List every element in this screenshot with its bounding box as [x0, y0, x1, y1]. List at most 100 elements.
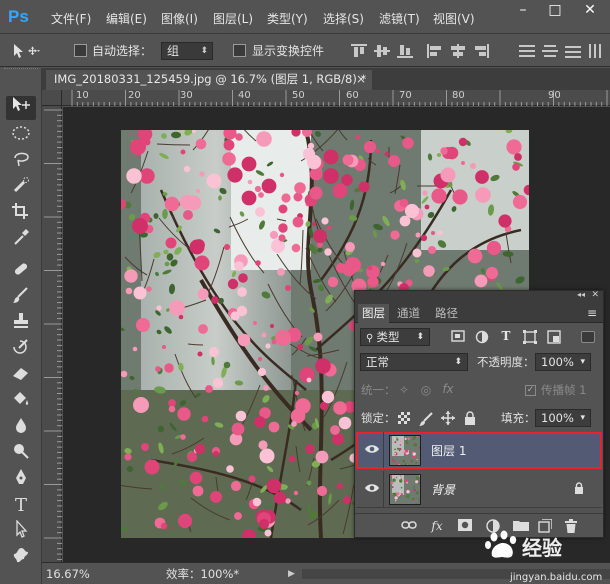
menu-image[interactable]: 图像(I)	[161, 10, 198, 27]
lock-all-icon[interactable]	[463, 411, 477, 425]
marquee-tool-icon[interactable]	[6, 124, 36, 148]
close-panel-icon[interactable]: ✕	[591, 290, 599, 300]
collapse-panel-icon[interactable]: ◂◂	[577, 290, 585, 299]
show-transform-checkbox[interactable]	[233, 44, 246, 57]
auto-select-combo[interactable]: 组 ⬍	[161, 42, 213, 60]
path-selection-tool-icon[interactable]	[6, 519, 36, 544]
document-tab-bar: IMG_20180331_125459.jpg @ 16.7% (图层 1, R…	[42, 68, 610, 90]
type-tool-icon[interactable]: T	[6, 494, 36, 518]
paint-bucket-tool-icon[interactable]	[6, 390, 36, 414]
fill-field[interactable]: 100% ▾	[535, 409, 591, 427]
link-layers-icon[interactable]	[401, 519, 417, 533]
close-document-icon[interactable]: ×	[356, 70, 366, 89]
zoom-level[interactable]: 16.67%	[46, 566, 90, 582]
unify-position-icon[interactable]: ✧	[397, 383, 411, 397]
unify-visibility-icon[interactable]: ◎	[419, 383, 433, 397]
horizontal-ruler[interactable]: 10 20 30 40 50 60 70 80 90	[62, 90, 610, 106]
horizontal-scrollbar[interactable]	[302, 569, 610, 579]
menu-file[interactable]: 文件(F)	[51, 10, 91, 27]
align-bottom-icon[interactable]	[397, 44, 413, 58]
delete-layer-icon[interactable]	[563, 519, 579, 533]
add-mask-icon[interactable]	[457, 519, 473, 533]
layer-row-background[interactable]: 背景	[356, 471, 602, 508]
visibility-cell[interactable]	[356, 471, 384, 507]
pen-tool-icon[interactable]	[6, 468, 36, 492]
align-right-icon[interactable]	[473, 44, 489, 58]
visibility-cell[interactable]	[356, 432, 384, 468]
align-hcenter-icon[interactable]	[450, 44, 466, 58]
propagate-checkbox[interactable]: ✓	[525, 385, 536, 396]
status-menu-arrow-icon[interactable]: ▶	[288, 566, 295, 582]
layer-name[interactable]: 背景	[431, 481, 455, 498]
brush-tool-icon[interactable]	[6, 286, 36, 310]
auto-select-checkbox[interactable]	[74, 44, 87, 57]
new-group-icon[interactable]	[513, 519, 529, 533]
add-layer-style-icon[interactable]: fx	[429, 519, 445, 533]
healing-brush-tool-icon[interactable]	[6, 260, 36, 284]
close-button[interactable]: ✕	[575, 0, 605, 22]
crop-tool-icon[interactable]	[6, 202, 36, 226]
align-vcenter-icon[interactable]	[374, 44, 390, 58]
ruler-origin[interactable]	[42, 90, 62, 106]
lock-transparent-icon[interactable]	[397, 412, 411, 426]
lock-position-icon[interactable]	[441, 411, 455, 425]
align-top-icon[interactable]	[351, 44, 367, 58]
eraser-tool-icon[interactable]	[6, 364, 36, 388]
tab-paths[interactable]: 路径	[431, 304, 462, 323]
tab-channels[interactable]: 通道	[393, 304, 424, 323]
layer-row-layer1[interactable]: 图层 1	[356, 432, 602, 469]
eye-icon[interactable]	[364, 482, 380, 496]
eyedropper-tool-icon[interactable]	[6, 228, 36, 252]
vertical-ruler[interactable]	[42, 106, 62, 562]
menu-edit[interactable]: 编辑(E)	[106, 10, 147, 27]
lasso-tool-icon[interactable]	[6, 150, 36, 174]
clone-stamp-tool-icon[interactable]	[6, 312, 36, 336]
menu-layer[interactable]: 图层(L)	[213, 10, 253, 27]
minimize-button[interactable]: –	[508, 0, 538, 22]
ruler-tick: 60	[346, 90, 359, 101]
quick-select-tool-icon[interactable]	[6, 176, 36, 200]
filter-shape-icon[interactable]	[523, 330, 537, 344]
adjustment-layer-icon[interactable]	[485, 519, 501, 533]
history-brush-tool-icon[interactable]	[6, 338, 36, 362]
menu-filter[interactable]: 滤镜(T)	[379, 10, 420, 27]
unify-row: 统一： ✧ ◎ fx ✓ 传播帧 1	[355, 379, 603, 401]
filter-type-icon[interactable]: T	[499, 329, 513, 343]
document-title: IMG_20180331_125459.jpg @ 16.7% (图层 1, R…	[54, 72, 367, 86]
move-tool-preset-icon[interactable]	[10, 42, 42, 60]
layer-filter-row: ⚲ 类型 ⬍ T	[355, 325, 603, 349]
filter-smart-object-icon[interactable]	[547, 330, 561, 344]
eye-icon[interactable]	[364, 443, 380, 457]
filter-pixel-icon[interactable]	[451, 330, 465, 344]
filter-adjustment-icon[interactable]	[475, 330, 489, 344]
filter-kind-combo[interactable]: ⚲ 类型 ⬍	[360, 328, 430, 346]
distribute-left-icon[interactable]	[588, 44, 604, 58]
document-tab[interactable]: IMG_20180331_125459.jpg @ 16.7% (图层 1, R…	[46, 70, 372, 90]
menu-type[interactable]: 类型(Y)	[267, 10, 308, 27]
tools-grip[interactable]	[4, 68, 38, 71]
panel-menu-icon[interactable]: ≡	[587, 306, 597, 320]
distribute-vcenter-icon[interactable]	[542, 44, 558, 58]
custom-shape-tool-icon[interactable]	[6, 546, 36, 570]
unify-style-icon[interactable]: fx	[441, 382, 455, 396]
distribute-bottom-icon[interactable]	[565, 44, 581, 58]
filter-toggle[interactable]	[581, 331, 595, 343]
align-left-icon[interactable]	[427, 44, 443, 58]
maximize-button[interactable]: □	[540, 0, 570, 22]
blend-mode-combo[interactable]: 正常 ⬍	[360, 353, 468, 371]
menu-select[interactable]: 选择(S)	[323, 10, 364, 27]
ruler-tick: 40	[238, 90, 251, 101]
lock-pixels-icon[interactable]	[419, 412, 433, 426]
layer-name[interactable]: 图层 1	[431, 442, 466, 459]
menu-view[interactable]: 视图(V)	[433, 10, 475, 27]
tools-panel: T	[0, 68, 42, 584]
blur-tool-icon[interactable]	[6, 416, 36, 440]
new-layer-icon[interactable]	[537, 518, 553, 533]
layer-thumbnail	[389, 435, 421, 466]
panel-titlebar[interactable]: ◂◂ ✕	[355, 290, 603, 304]
move-tool-icon[interactable]	[6, 96, 36, 120]
dodge-tool-icon[interactable]	[6, 442, 36, 466]
distribute-top-icon[interactable]	[519, 44, 535, 58]
tab-layers[interactable]: 图层	[358, 304, 389, 323]
opacity-field[interactable]: 100% ▾	[535, 353, 591, 371]
